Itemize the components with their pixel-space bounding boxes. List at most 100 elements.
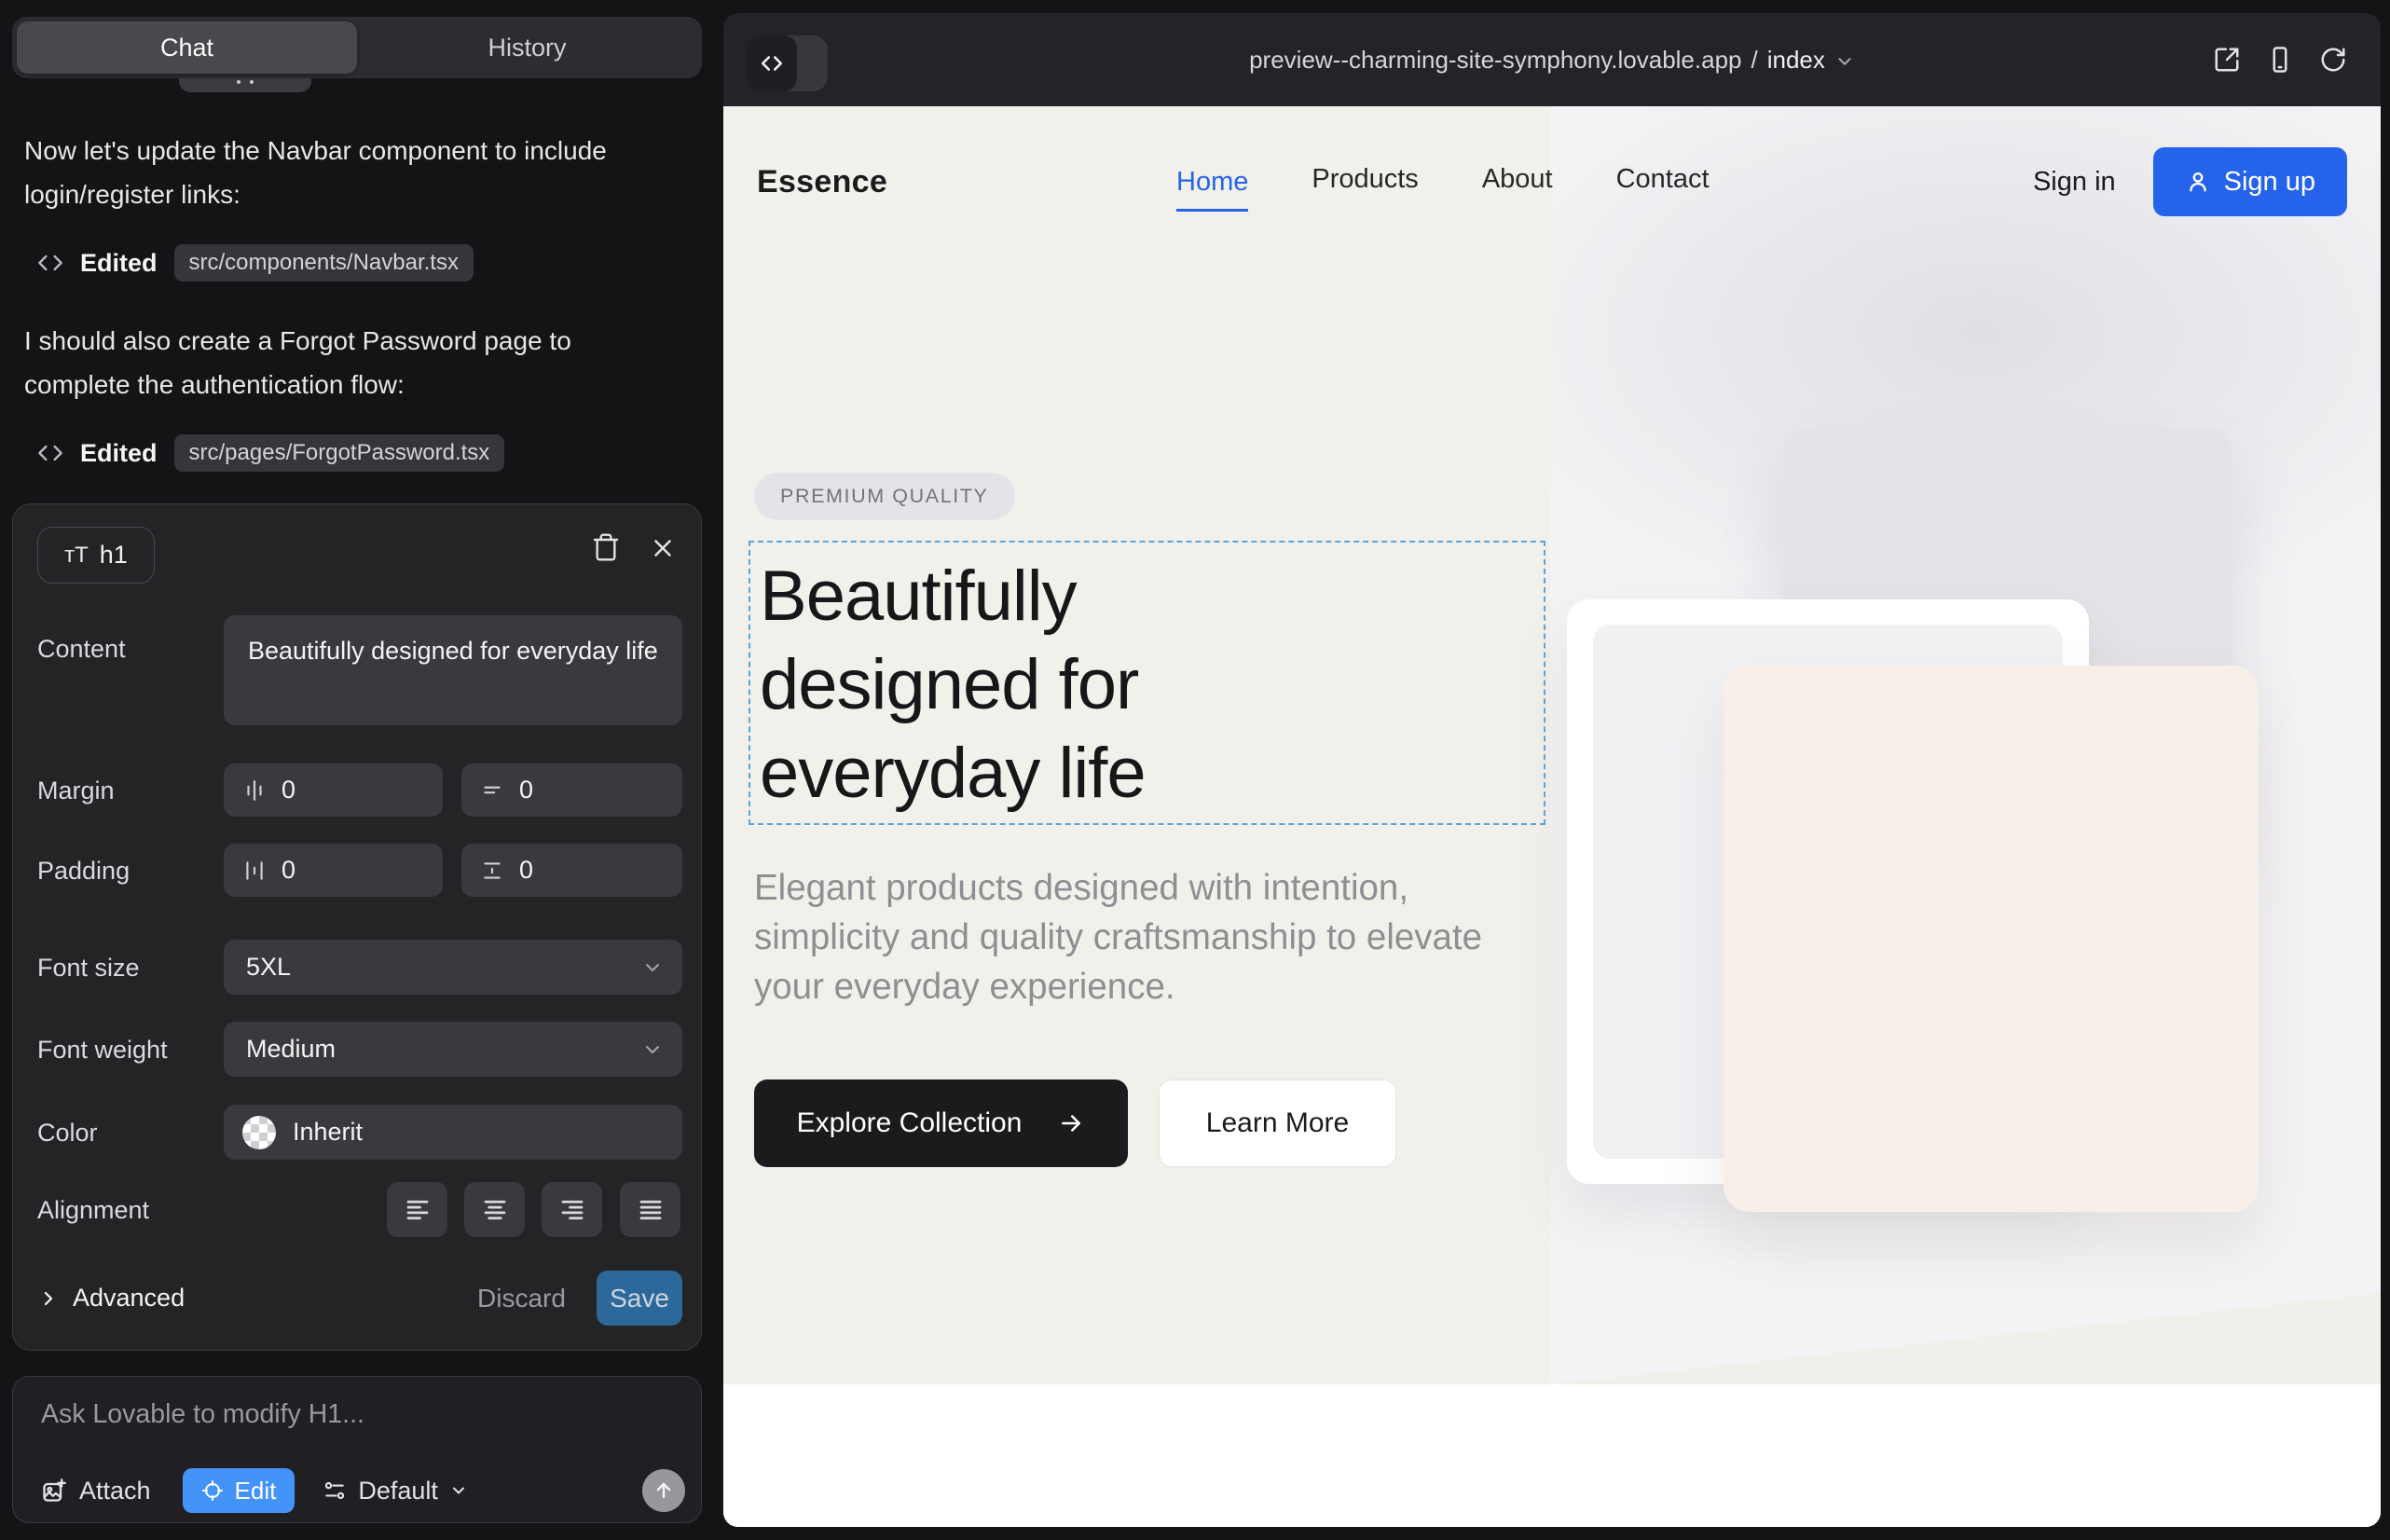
font-weight-label: Font weight — [37, 1036, 168, 1065]
site-auth-actions: Sign in Sign up — [2033, 147, 2347, 216]
tab-chat[interactable]: Chat — [17, 21, 357, 74]
sign-in-link[interactable]: Sign in — [2033, 167, 2116, 198]
chevron-down-icon — [1834, 51, 1855, 72]
chevron-down-icon — [449, 1481, 468, 1500]
site-preview: Essence Home Products About Contact Sign… — [723, 106, 2381, 1527]
send-button[interactable] — [642, 1469, 685, 1512]
edit-mode-button[interactable]: Edit — [183, 1468, 295, 1513]
content-textarea[interactable]: Beautifully designed for everyday life — [224, 615, 682, 725]
attach-button[interactable]: Attach — [41, 1477, 151, 1506]
discard-button[interactable]: Discard — [477, 1271, 566, 1326]
padding-x-input[interactable]: 0 — [224, 844, 443, 897]
assistant-message: Now let's update the Navbar component to… — [24, 129, 651, 216]
crosshair-icon — [201, 1479, 224, 1502]
edited-file-chip[interactable]: src/components/Navbar.tsx — [174, 244, 474, 282]
nav-link-contact[interactable]: Contact — [1616, 164, 1710, 200]
selected-element-tag: тT h1 — [37, 527, 155, 584]
external-link-icon — [2213, 46, 2241, 74]
default-mode-button[interactable]: Default — [323, 1477, 468, 1506]
refresh-icon — [2319, 46, 2347, 74]
align-center-icon — [481, 1196, 509, 1224]
margin-x-input[interactable]: 0 — [224, 763, 443, 817]
nav-link-about[interactable]: About — [1482, 164, 1553, 200]
align-justify-button[interactable] — [620, 1182, 680, 1237]
align-left-icon — [404, 1196, 432, 1224]
code-icon — [37, 250, 63, 276]
arrow-right-icon — [1057, 1109, 1085, 1137]
sliders-icon — [323, 1478, 347, 1503]
font-weight-select[interactable]: Medium — [224, 1022, 682, 1077]
sign-up-button[interactable]: Sign up — [2153, 147, 2347, 216]
site-nav-links: Home Products About Contact — [1176, 164, 1710, 200]
preview-pane: preview--charming-site-symphony.lovable.… — [723, 13, 2381, 1527]
padding-label: Padding — [37, 857, 130, 886]
close-icon — [649, 534, 677, 562]
close-editor-button[interactable] — [649, 534, 677, 562]
padding-vertical-icon — [480, 859, 504, 883]
margin-label: Margin — [37, 777, 115, 805]
margin-horizontal-icon — [242, 778, 267, 803]
premium-quality-badge: PREMIUM QUALITY — [754, 473, 1015, 520]
clipped-chat-chip[interactable] — [179, 78, 311, 92]
chevron-right-icon — [37, 1287, 60, 1310]
advanced-toggle[interactable]: Advanced — [37, 1271, 185, 1326]
smartphone-icon — [2266, 46, 2294, 74]
edited-label: Edited — [80, 249, 158, 278]
edited-file-row: Edited src/pages/ForgotPassword.tsx — [37, 434, 504, 472]
element-editor-panel: тT h1 Content Beautifully designed for e… — [12, 503, 702, 1351]
composer-toolbar: Attach Edit Default — [41, 1468, 685, 1513]
chevron-down-icon — [641, 1038, 664, 1061]
arrow-up-icon — [652, 1479, 675, 1502]
hero-heading[interactable]: Beautifully designed for everyday life — [760, 552, 1146, 818]
padding-y-input[interactable]: 0 — [461, 844, 682, 897]
content-label: Content — [37, 635, 126, 664]
learn-more-button[interactable]: Learn More — [1159, 1079, 1396, 1167]
chat-composer: Ask Lovable to modify H1... Attach Edit … — [12, 1376, 702, 1523]
type-icon: тT — [64, 543, 89, 569]
chat-history-tabs: Chat History — [12, 17, 702, 78]
chevron-down-icon — [641, 956, 664, 979]
decorative-cream-card — [1724, 666, 2259, 1212]
edited-file-chip[interactable]: src/pages/ForgotPassword.tsx — [174, 434, 505, 472]
preview-actions — [2213, 13, 2347, 106]
mobile-view-button[interactable] — [2266, 46, 2294, 74]
align-justify-icon — [637, 1196, 665, 1224]
explore-collection-button[interactable]: Explore Collection — [754, 1079, 1128, 1167]
element-tag-label: h1 — [100, 541, 128, 570]
user-icon — [2185, 169, 2211, 195]
image-plus-icon — [41, 1478, 67, 1504]
section-below-hero — [723, 1384, 2381, 1527]
site-logo[interactable]: Essence — [757, 164, 887, 200]
preview-url[interactable]: preview--charming-site-symphony.lovable.… — [723, 13, 2381, 106]
composer-input[interactable]: Ask Lovable to modify H1... — [41, 1399, 364, 1430]
edited-label: Edited — [80, 439, 158, 468]
font-size-label: Font size — [37, 954, 140, 983]
nav-link-home[interactable]: Home — [1176, 167, 1248, 212]
preview-toolbar: preview--charming-site-symphony.lovable.… — [723, 13, 2381, 106]
edited-file-row: Edited src/components/Navbar.tsx — [37, 244, 474, 282]
assistant-message: I should also create a Forgot Password p… — [24, 319, 651, 406]
save-button[interactable]: Save — [597, 1271, 682, 1326]
align-right-button[interactable] — [542, 1182, 602, 1237]
color-select[interactable]: Inherit — [224, 1105, 682, 1160]
site-navbar: Essence Home Products About Contact Sign… — [723, 106, 2381, 257]
chat-panel: Chat History Now let's update the Navbar… — [0, 0, 723, 1540]
color-swatch — [242, 1116, 276, 1149]
padding-horizontal-icon — [242, 859, 267, 883]
align-right-icon — [558, 1196, 586, 1224]
open-in-new-tab-button[interactable] — [2213, 46, 2241, 74]
margin-vertical-icon — [480, 778, 504, 803]
align-center-button[interactable] — [464, 1182, 525, 1237]
hero-description: Elegant products designed with intention… — [754, 863, 1518, 1011]
alignment-label: Alignment — [37, 1196, 149, 1225]
align-left-button[interactable] — [387, 1182, 447, 1237]
font-size-select[interactable]: 5XL — [224, 940, 682, 995]
nav-link-products[interactable]: Products — [1312, 164, 1418, 200]
margin-y-input[interactable]: 0 — [461, 763, 682, 817]
delete-element-button[interactable] — [591, 532, 621, 562]
refresh-button[interactable] — [2319, 46, 2347, 74]
hero-cta-row: Explore Collection Learn More — [754, 1079, 1396, 1167]
tab-history[interactable]: History — [357, 21, 697, 74]
trash-icon — [591, 532, 621, 562]
code-icon — [37, 440, 63, 466]
